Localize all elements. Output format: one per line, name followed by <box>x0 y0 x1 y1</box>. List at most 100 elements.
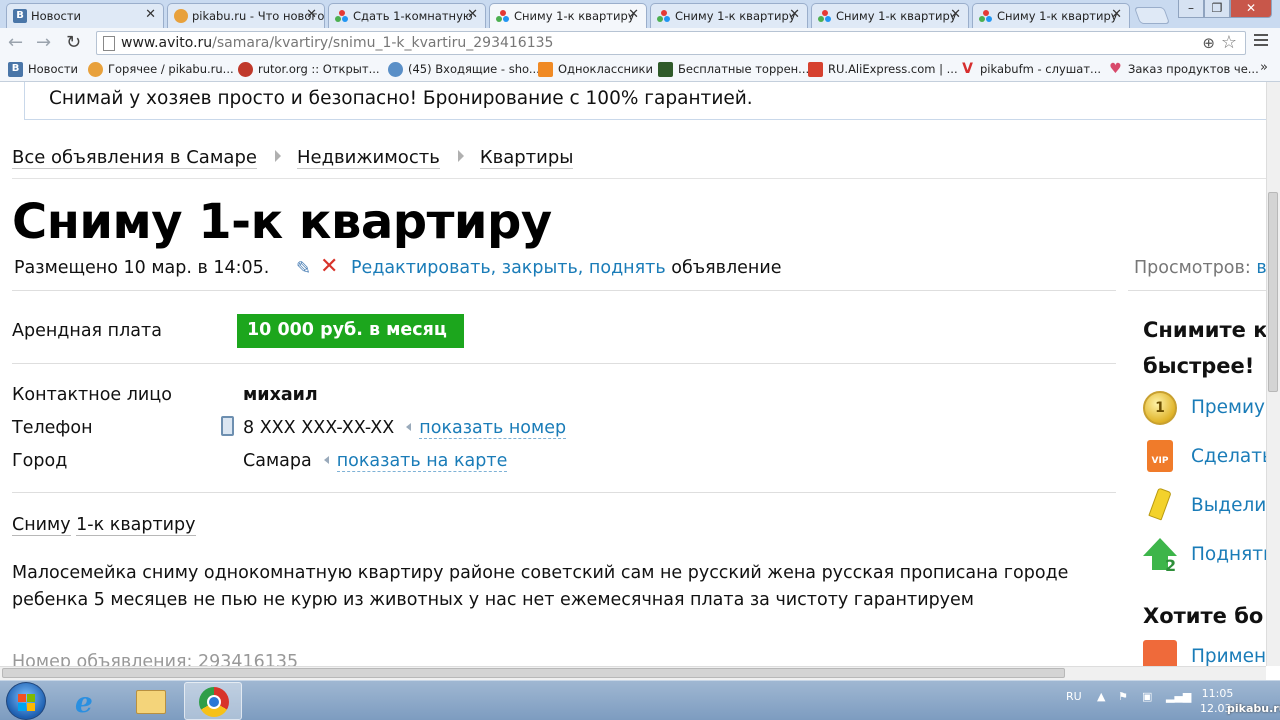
edit-ad-links: Редактировать, закрыть, поднять объявлен… <box>351 258 781 278</box>
internet-explorer-button[interactable]: e <box>60 682 118 720</box>
bookmark-ok[interactable]: Одноклассники <box>538 62 653 77</box>
bookmark-torrents[interactable]: Бесплатные торрен... <box>658 62 810 77</box>
back-icon[interactable]: ← <box>8 32 23 53</box>
phone-icon <box>221 416 234 436</box>
bookmark-star-icon[interactable]: ☆ <box>1221 32 1237 53</box>
more-bookmarks-icon[interactable]: » <box>1260 60 1268 75</box>
tab-7[interactable]: Сниму 1-к квартиру ✕ <box>972 3 1130 28</box>
sidebar-heading-2: Хотите бо <box>1143 604 1264 628</box>
rent-label: Арендная плата <box>12 321 162 341</box>
minimize-button[interactable]: – <box>1178 0 1204 18</box>
posted-date: Размещено 10 мар. в 14:05. <box>14 258 270 278</box>
up-arrow-icon: 2 <box>1143 538 1177 575</box>
bookmark-produkty[interactable]: ♥ Заказ продуктов че... <box>1108 62 1259 77</box>
breadcrumb-apartments[interactable]: Квартиры <box>479 147 574 169</box>
bookmark-label: Новости <box>28 62 78 76</box>
tab-5[interactable]: Сниму 1-к квартиру ✕ <box>650 3 808 28</box>
sidebar-item-label: Примени <box>1191 646 1266 666</box>
city-value: Самара <box>243 451 312 471</box>
marker-icon <box>1148 487 1172 521</box>
close-icon[interactable]: ✕ <box>628 7 639 22</box>
network-flag-icon[interactable]: ⚑ <box>1118 690 1128 703</box>
signal-icon[interactable]: ▂▄▆ <box>1166 690 1191 703</box>
tab-3[interactable]: Сдать 1-комнатную ✕ <box>328 3 486 28</box>
tab-strip: В Новости ✕ pikabu.ru - Что нового ✕ Сда… <box>0 0 1280 28</box>
bookmark-label: pikabufm - слушат... <box>980 62 1102 76</box>
window-close-button[interactable]: ✕ <box>1230 0 1272 18</box>
avito-icon <box>657 9 671 23</box>
tab-4-active[interactable]: Сниму 1-к квартиру ✕ <box>489 3 647 28</box>
close-icon[interactable]: ✕ <box>145 7 156 22</box>
bookmark-label: Бесплатные торрен... <box>678 62 810 76</box>
zoom-icon[interactable]: ⊕ <box>1202 34 1215 52</box>
bookmark-rutor[interactable]: rutor.org :: Открыт... <box>238 62 380 77</box>
bookmark-label: Горячее / pikabu.ru... <box>108 62 234 76</box>
vk-icon: В <box>8 62 23 77</box>
forward-icon[interactable]: → <box>36 32 51 53</box>
shield-icon <box>658 62 673 77</box>
reload-icon[interactable]: ↻ <box>66 32 81 53</box>
subtitle-part-2: 1-к квартиру <box>76 515 196 536</box>
bookmark-label: Заказ продуктов че... <box>1128 62 1259 76</box>
views-counter: Просмотров: в <box>1134 258 1266 278</box>
show-number-link[interactable]: показать номер <box>419 418 567 439</box>
bookmark-pikabufm[interactable]: Vpikabufm - слушат... <box>960 61 1102 77</box>
tray-app-icon[interactable]: ▣ <box>1142 690 1152 703</box>
ad-subtitle: Сниму 1-к квартиру <box>12 515 196 536</box>
address-bar[interactable]: www.avito.ru/samara/kvartiry/snimu_1-k_k… <box>96 31 1246 55</box>
taskbar: e RU ▲ ⚑ ▣ ▂▄▆ 11:05 12.03. <box>0 680 1280 720</box>
contact-name: михаил <box>243 385 318 405</box>
chevron-right-icon <box>457 150 464 162</box>
tab-2[interactable]: pikabu.ru - Что нового ✕ <box>167 3 325 28</box>
pikabufm-icon: V <box>962 61 973 77</box>
menu-icon[interactable] <box>1254 34 1268 49</box>
bookmark-novosti[interactable]: В Новости <box>8 62 78 77</box>
window-controls: – ❐ ✕ <box>1178 0 1272 20</box>
explorer-button[interactable] <box>122 682 180 720</box>
tab-1[interactable]: В Новости ✕ <box>6 3 164 28</box>
avito-icon <box>335 9 349 23</box>
ad-description: Малосемейка сниму однокомнатную квартиру… <box>12 563 1069 610</box>
tab-label: pikabu.ru - Что нового <box>192 9 325 23</box>
tab-label: Сниму 1-к квартиру <box>514 9 635 23</box>
close-icon[interactable]: ✕ <box>789 7 800 22</box>
maximize-button[interactable]: ❐ <box>1204 0 1230 18</box>
breadcrumb-real-estate[interactable]: Недвижимость <box>296 147 440 169</box>
bookmark-aliexpress[interactable]: RU.AliExpress.com | ... <box>808 62 958 77</box>
chrome-icon <box>199 687 229 717</box>
close-icon[interactable]: ✕ <box>950 7 961 22</box>
avito-icon <box>496 9 510 23</box>
tab-6[interactable]: Сниму 1-к квартиру ✕ <box>811 3 969 28</box>
subtitle-part-1: Сниму <box>12 515 71 536</box>
show-on-map-link[interactable]: показать на карте <box>336 451 508 472</box>
language-indicator[interactable]: RU <box>1066 690 1082 703</box>
tray-expand-icon[interactable]: ▲ <box>1097 690 1105 703</box>
sidebar-heading-line-1: Снимите к <box>1143 318 1266 342</box>
breadcrumb: Все объявления в Самаре Недвижимость Кварт… <box>12 147 574 169</box>
views-link[interactable]: в <box>1256 258 1266 278</box>
horizontal-scroll-thumb[interactable] <box>2 668 1065 678</box>
sidebar-heading-line-2: быстрее! <box>1143 354 1255 378</box>
new-tab-button[interactable] <box>1133 7 1171 24</box>
promo-text: Снимай у хозяев просто и безопасно! Брон… <box>49 88 753 109</box>
bookmark-mail[interactable]: (45) Входящие - sho... <box>388 62 540 77</box>
vertical-scroll-thumb[interactable] <box>1268 192 1278 392</box>
close-icon[interactable]: ✕ <box>467 7 478 22</box>
breadcrumb-all-ads[interactable]: Все объявления в Самаре <box>12 147 257 169</box>
bookmark-pikabu[interactable]: Горячее / pikabu.ru... <box>88 62 234 77</box>
chrome-button[interactable] <box>184 682 242 720</box>
edit-close-raise-link[interactable]: Редактировать, закрыть, поднять <box>351 258 666 278</box>
phone-label: Телефон <box>12 418 93 438</box>
ad-number: Номер объявления: 293416135 <box>12 652 299 666</box>
vk-icon: В <box>13 9 27 23</box>
promo-banner[interactable]: Снимай у хозяев просто и безопасно! Брон… <box>24 82 1266 120</box>
bookmark-label: Одноклассники <box>558 62 653 76</box>
close-x-icon[interactable]: ✕ <box>320 254 338 279</box>
coin-icon: 1 <box>1143 391 1177 425</box>
close-icon[interactable]: ✕ <box>306 7 317 22</box>
url-text: www.avito.ru/samara/kvartiry/snimu_1-k_k… <box>121 35 553 51</box>
tab-label: Сниму 1-к квартиру <box>836 9 957 23</box>
pencil-icon[interactable]: ✎ <box>296 258 311 279</box>
start-button[interactable] <box>6 682 46 720</box>
close-icon[interactable]: ✕ <box>1111 7 1122 22</box>
